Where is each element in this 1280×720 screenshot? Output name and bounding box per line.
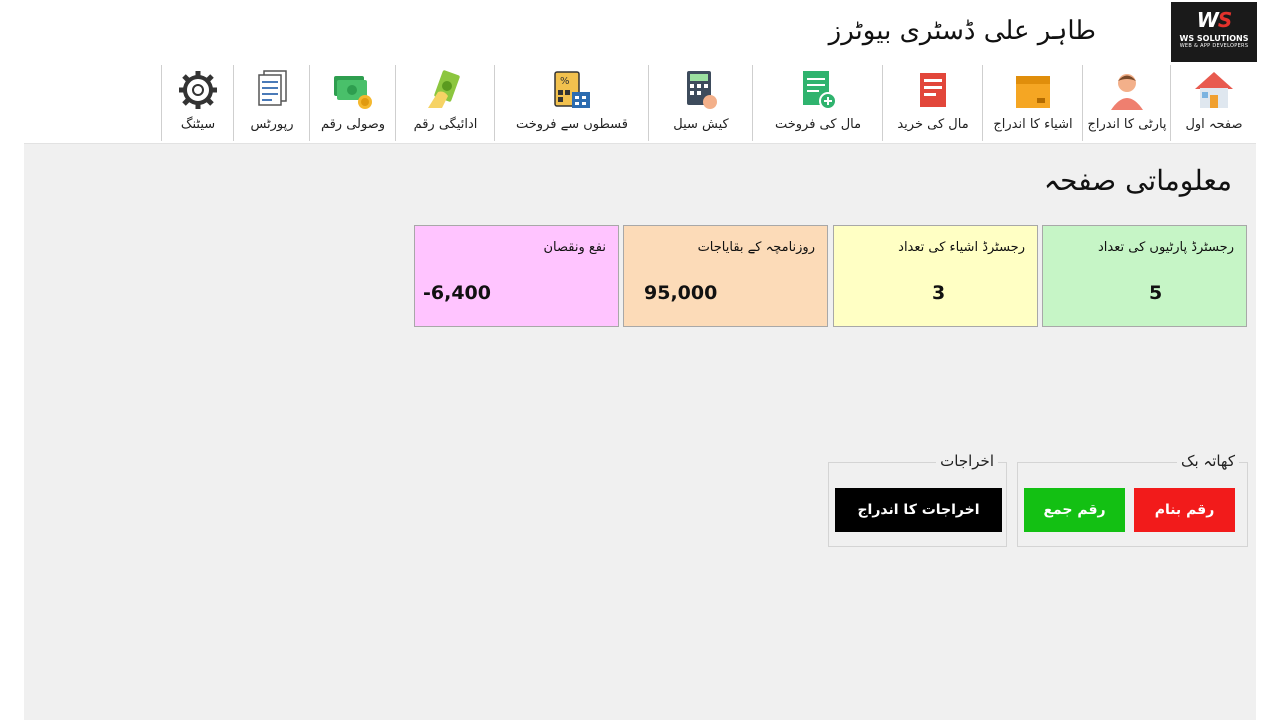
stat-card-parties: رجسٹرڈ پارٹیوں کی تعداد 5 bbox=[1042, 225, 1247, 327]
add-document-icon bbox=[796, 68, 840, 112]
stat-card-title: روزنامچہ کے بقایاجات bbox=[697, 240, 815, 255]
stat-card-title: رجسٹرڈ پارٹیوں کی تعداد bbox=[1098, 240, 1234, 255]
stat-card-profit-loss: نفع ونقصان -6,400 bbox=[414, 225, 619, 327]
page-heading: معلوماتی صفحہ bbox=[1043, 164, 1232, 197]
toolbar-label: مال کی فروخت bbox=[774, 117, 862, 132]
toolbar-button-home[interactable]: صفحہ اول bbox=[1170, 65, 1257, 141]
toolbar-button-party[interactable]: پارٹی کا اندراج bbox=[1082, 65, 1171, 141]
person-icon bbox=[1105, 68, 1149, 112]
house-icon bbox=[1192, 68, 1236, 112]
stat-card-value: 95,000 bbox=[644, 282, 718, 304]
toolbar-button-installment[interactable]: % قسطوں سے فروخت bbox=[494, 65, 649, 141]
toolbar-button-cash-sale[interactable]: کیش سیل bbox=[648, 65, 753, 141]
installment-calculator-icon: % bbox=[550, 68, 594, 112]
money-hand-icon bbox=[424, 68, 468, 112]
toolbar-label: ادائیگی رقم bbox=[413, 117, 478, 132]
toolbar-label: وصولی رقم bbox=[320, 117, 386, 132]
company-logo: WS WS SOLUTIONS WEB & APP DEVELOPERS bbox=[1171, 2, 1257, 62]
stat-card-value: 5 bbox=[1149, 282, 1163, 304]
logo-tagline: WEB & APP DEVELOPERS bbox=[1179, 43, 1249, 49]
header: طاہر علی ڈسٹری بیوٹرز WS WS SOLUTIONS WE… bbox=[24, 0, 1257, 65]
toolbar-button-settings[interactable]: سیٹنگ bbox=[161, 65, 234, 141]
app-title: طاہر علی ڈسٹری بیوٹرز bbox=[828, 16, 1096, 46]
stat-card-journal-balance: روزنامچہ کے بقایاجات 95,000 bbox=[623, 225, 828, 327]
credit-amount-button[interactable]: رقم جمع bbox=[1024, 488, 1125, 532]
toolbar-label: مال کی خرید bbox=[897, 117, 969, 132]
stat-card-items: رجسٹرڈ اشیاء کی تعداد 3 bbox=[833, 225, 1038, 327]
toolbar-button-reports[interactable]: رپورٹس bbox=[233, 65, 310, 141]
app-window: طاہر علی ڈسٹری بیوٹرز WS WS SOLUTIONS WE… bbox=[24, 0, 1257, 720]
stat-card-title: رجسٹرڈ اشیاء کی تعداد bbox=[898, 240, 1025, 255]
toolbar-button-payment[interactable]: ادائیگی رقم bbox=[395, 65, 495, 141]
gear-icon bbox=[176, 68, 220, 112]
debit-amount-button[interactable]: رقم بنام bbox=[1134, 488, 1235, 532]
box-icon bbox=[1011, 68, 1055, 112]
toolbar-label: پارٹی کا اندراج bbox=[1087, 117, 1167, 132]
toolbar: صفحہ اول پارٹی کا اندراج اشیاء کا اندراج… bbox=[24, 65, 1256, 144]
group-title: کھاتہ بک bbox=[1177, 452, 1239, 470]
calculator-icon bbox=[679, 68, 723, 112]
svg-text:%: % bbox=[560, 76, 570, 87]
toolbar-label: قسطوں سے فروخت bbox=[516, 117, 628, 132]
documents-icon bbox=[250, 68, 294, 112]
expense-entry-button[interactable]: اخراجات کا اندراج bbox=[835, 488, 1002, 532]
toolbar-button-purchase[interactable]: مال کی خرید bbox=[882, 65, 983, 141]
toolbar-label: صفحہ اول bbox=[1185, 117, 1243, 132]
toolbar-label: سیٹنگ bbox=[180, 117, 216, 132]
toolbar-button-receipt[interactable]: وصولی رقم bbox=[309, 65, 396, 141]
stat-card-value: -6,400 bbox=[423, 282, 491, 304]
receipt-icon bbox=[911, 68, 955, 112]
khata-book-group: کھاتہ بک رقم بنام رقم جمع bbox=[1017, 452, 1248, 547]
toolbar-label: اشیاء کا اندراج bbox=[993, 117, 1073, 132]
cash-coins-icon bbox=[331, 68, 375, 112]
stat-card-title: نفع ونقصان bbox=[543, 240, 607, 255]
expenses-group: اخراجات اخراجات کا اندراج bbox=[828, 452, 1007, 547]
toolbar-label: رپورٹس bbox=[250, 117, 294, 132]
toolbar-label: کیش سیل bbox=[673, 117, 729, 132]
stat-card-value: 3 bbox=[932, 282, 946, 304]
logo-name: WS SOLUTIONS bbox=[1179, 34, 1249, 43]
toolbar-button-items[interactable]: اشیاء کا اندراج bbox=[982, 65, 1083, 141]
toolbar-button-sale[interactable]: مال کی فروخت bbox=[752, 65, 883, 141]
group-title: اخراجات bbox=[936, 452, 998, 470]
